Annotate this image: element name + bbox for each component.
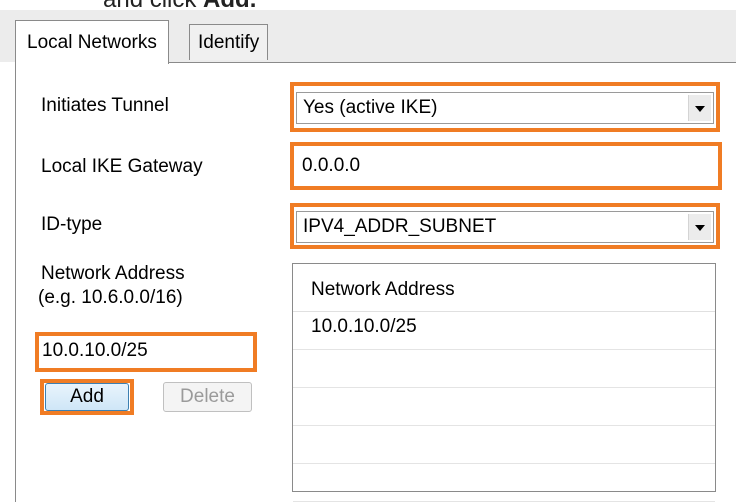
network-address-label: Network Address: [41, 263, 185, 284]
list-item[interactable]: [293, 388, 715, 426]
list-item[interactable]: [293, 464, 715, 502]
tab-identify[interactable]: Identify: [189, 24, 269, 60]
delete-button[interactable]: Delete: [163, 382, 252, 412]
local-ike-gateway-label: Local IKE Gateway: [41, 156, 203, 177]
list-item[interactable]: 10.0.10.0/25: [293, 312, 715, 350]
add-button-highlight: [40, 379, 134, 415]
network-address-highlight: [35, 332, 257, 372]
id-type-highlight: [290, 203, 720, 249]
initiates-tunnel-label: Initiates Tunnel: [41, 95, 169, 116]
list-item[interactable]: [293, 426, 715, 464]
column-header-network-address[interactable]: Network Address: [293, 264, 715, 312]
id-type-label: ID-type: [41, 214, 103, 235]
network-address-hint: (e.g. 10.6.0.0/16): [38, 287, 183, 308]
local-ike-gateway-highlight: [290, 142, 722, 190]
list-item[interactable]: [293, 350, 715, 388]
tab-local-networks[interactable]: Local Networks: [15, 20, 169, 64]
network-address-list[interactable]: Network Address 10.0.10.0/25: [292, 263, 716, 502]
initiates-tunnel-highlight: [290, 82, 720, 132]
